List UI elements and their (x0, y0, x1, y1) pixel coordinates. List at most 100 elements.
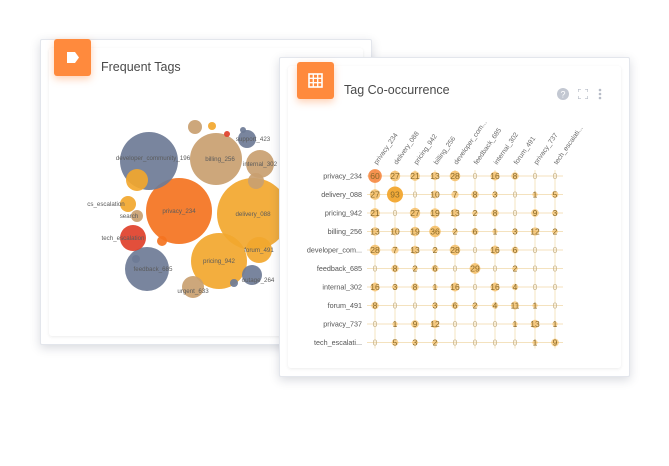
matrix-row-label: feedback_685 (317, 264, 362, 273)
matrix-cell-value: 1 (533, 338, 538, 348)
matrix-cell-value: 3 (513, 227, 518, 237)
matrix-cell-value: 0 (513, 190, 518, 200)
help-icon[interactable]: ? (557, 88, 569, 100)
matrix-cell-value: 7 (393, 245, 398, 255)
matrix-cell-value: 8 (393, 264, 398, 274)
matrix-cell-value: 21 (410, 171, 420, 181)
matrix-cell-value: 3 (553, 208, 558, 218)
tag-bubble-label: urgent_633 (177, 288, 209, 295)
matrix-cell-value: 2 (513, 264, 518, 274)
matrix-cell-value: 3 (493, 190, 498, 200)
matrix-cell-value: 13 (450, 208, 460, 218)
tag-bubble[interactable] (230, 279, 238, 287)
matrix-cell-value: 0 (493, 338, 498, 348)
matrix-cell-value: 2 (413, 264, 418, 274)
matrix-cell-value: 9 (413, 319, 418, 329)
matrix-cell-value: 0 (553, 264, 558, 274)
matrix-cell-value: 9 (553, 338, 558, 348)
matrix-cell-value: 16 (450, 282, 460, 292)
matrix-cell-value: 0 (473, 319, 478, 329)
tag-bubble-label: delivery_088 (235, 211, 271, 218)
matrix-cell-value: 8 (473, 190, 478, 200)
matrix-cell-value: 13 (430, 171, 440, 181)
tag-bubble[interactable] (240, 127, 246, 133)
tag-bubble-label: outage_264 (242, 277, 275, 284)
matrix-cell-value: 1 (433, 282, 438, 292)
matrix-cell-value: 6 (453, 301, 458, 311)
matrix-cell-value: 2 (473, 301, 478, 311)
matrix-row-label: billing_256 (328, 227, 362, 236)
matrix-cell-value: 29 (470, 264, 480, 274)
matrix-cell-value: 0 (473, 171, 478, 181)
matrix-cell-value: 0 (373, 338, 378, 348)
matrix-cell-value: 7 (453, 190, 458, 200)
matrix-cell-value: 2 (553, 227, 558, 237)
matrix-cell-value: 5 (393, 338, 398, 348)
matrix-cell-value: 0 (553, 171, 558, 181)
matrix-cell-value: 1 (393, 319, 398, 329)
matrix-cell-value: 3 (393, 282, 398, 292)
tag-bubble-label: internal_302 (243, 161, 278, 168)
matrix-cell-value: 0 (453, 319, 458, 329)
matrix-cell-value: 1 (533, 301, 538, 311)
matrix-cell-value: 0 (553, 282, 558, 292)
matrix-cell-value: 0 (393, 208, 398, 218)
matrix-cell-value: 13 (530, 319, 540, 329)
matrix-cell-value: 36 (430, 227, 440, 237)
tag-bubble[interactable] (132, 255, 140, 263)
tag-bubble-label: tech_escalation (102, 235, 146, 242)
matrix-cell-value: 0 (473, 245, 478, 255)
matrix-cell-value: 9 (533, 208, 538, 218)
matrix-cell-value: 0 (533, 245, 538, 255)
tag-bubble[interactable] (224, 131, 230, 137)
matrix-cell-value: 0 (493, 319, 498, 329)
matrix-cell-value: 27 (370, 190, 380, 200)
matrix-cell-value: 8 (513, 171, 518, 181)
tag-bubble[interactable] (188, 120, 202, 134)
tag-bubble[interactable] (208, 122, 216, 130)
tag-bubble[interactable] (248, 173, 264, 189)
matrix-cell-value: 8 (413, 282, 418, 292)
tag-cooccurrence-title: Tag Co-occurrence (344, 83, 450, 97)
tag-icon (67, 52, 79, 63)
matrix-cell-value: 19 (430, 208, 440, 218)
tag-badge (54, 39, 91, 76)
tag-bubble[interactable] (157, 236, 167, 246)
tag-bubble-label: support_423 (236, 136, 271, 143)
matrix-row-label: delivery_088 (321, 190, 362, 199)
matrix-cell-value: 0 (453, 264, 458, 274)
matrix-row-label: privacy_234 (323, 172, 362, 181)
matrix-cell-value: 6 (473, 227, 478, 237)
grid-badge (297, 62, 334, 99)
matrix-cell-value: 16 (490, 245, 500, 255)
matrix-row-label: tech_escalati... (314, 338, 362, 347)
matrix-cell-value: 16 (490, 171, 500, 181)
matrix-cell-value: 16 (370, 282, 380, 292)
tag-bubble-label: billing_256 (205, 156, 235, 163)
matrix-cell-value: 21 (370, 208, 380, 218)
tag-bubble-label: privacy_234 (162, 208, 196, 215)
matrix-cell-value: 2 (473, 208, 478, 218)
matrix-column-label: tech_escalati... (553, 125, 585, 166)
tag-bubble[interactable] (126, 169, 148, 191)
matrix-cell-value: 0 (413, 301, 418, 311)
tag-bubble-label: pricing_942 (203, 258, 236, 265)
matrix-cell-value: 0 (373, 319, 378, 329)
fullscreen-icon[interactable] (578, 89, 588, 99)
matrix-cell-value: 0 (533, 282, 538, 292)
tag-bubble-label: search (120, 213, 139, 220)
matrix-cell-value: 0 (493, 264, 498, 274)
tag-bubble-label: developer_community_196 (116, 155, 191, 162)
matrix-cell-value: 1 (493, 227, 498, 237)
matrix-cell-value: 1 (513, 319, 518, 329)
matrix-cell-value: 8 (493, 208, 498, 218)
matrix-cell-value: 2 (433, 245, 438, 255)
matrix-cell-value: 27 (410, 208, 420, 218)
matrix-cell-value: 3 (413, 338, 418, 348)
more-vertical-icon[interactable] (598, 88, 602, 100)
matrix-cell-value: 6 (433, 264, 438, 274)
matrix-cell-value: 28 (370, 245, 380, 255)
matrix-cell-value: 12 (530, 227, 540, 237)
matrix-cell-value: 0 (553, 301, 558, 311)
matrix-cell-value: 19 (410, 227, 420, 237)
